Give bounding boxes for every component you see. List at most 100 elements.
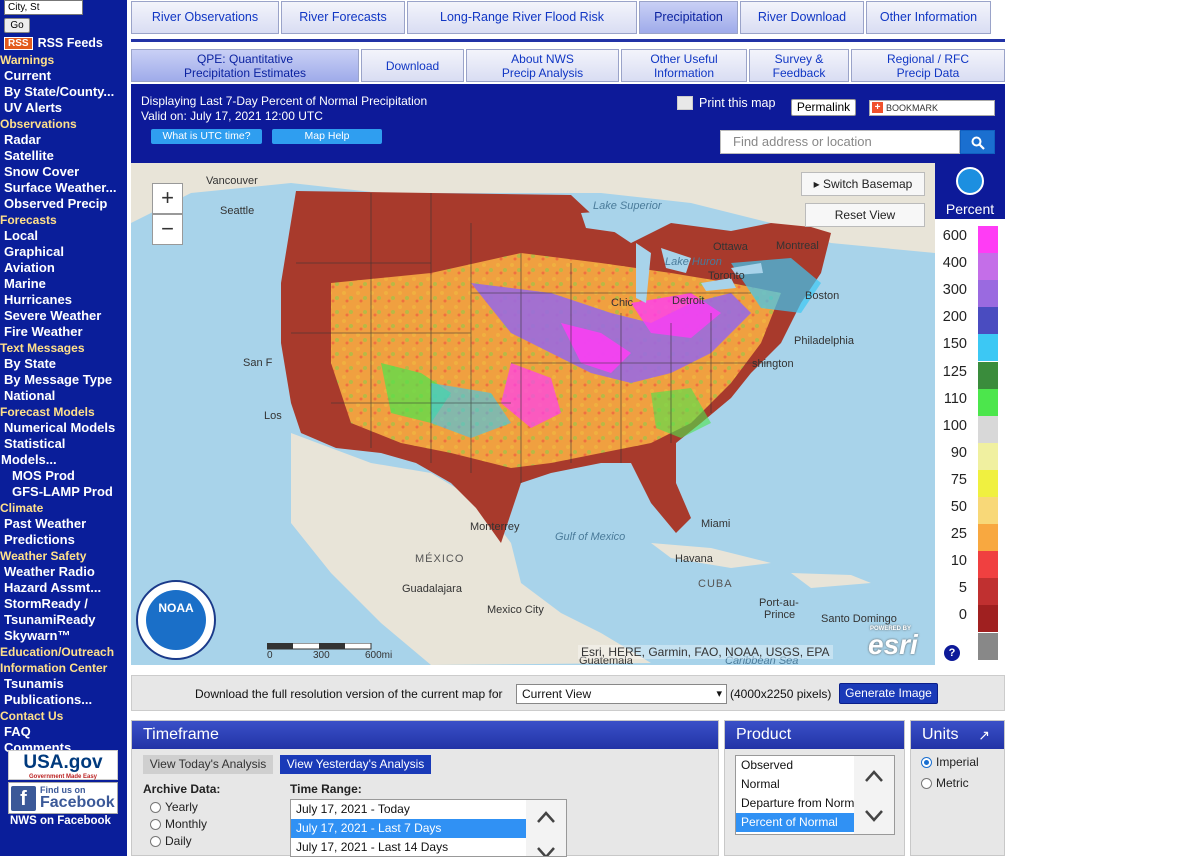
nav-item-graphical[interactable]: Graphical [0, 244, 127, 260]
legend-swatch [978, 253, 998, 281]
nav-item-past-weather[interactable]: Past Weather [0, 516, 127, 532]
tab-survey[interactable]: Survey & Feedback [749, 49, 849, 82]
product-list[interactable]: Observed Normal Departure from Norm Perc… [735, 755, 895, 835]
nav-item-fire-weather[interactable]: Fire Weather [0, 324, 127, 340]
tab-regional-rfc[interactable]: Regional / RFC Precip Data [851, 49, 1005, 82]
nav-item-by-message-type[interactable]: By Message Type [0, 372, 127, 388]
rss-feeds-link[interactable]: RSS RSS Feeds [4, 36, 103, 50]
view-today-button[interactable]: View Today's Analysis [143, 755, 273, 774]
radio-dot [921, 777, 932, 789]
find-location-input[interactable]: Find address or location [720, 130, 960, 154]
print-map-link[interactable]: Print this map [677, 96, 775, 110]
units-metric-radio[interactable]: Metric [921, 776, 969, 790]
utc-help-button[interactable]: What is UTC time? [151, 129, 262, 144]
nav-item-aviation[interactable]: Aviation [0, 260, 127, 276]
help-icon[interactable]: ? [944, 645, 960, 661]
tab-about-nws[interactable]: About NWS Precip Analysis [466, 49, 619, 82]
generate-image-button[interactable]: Generate Image [839, 683, 938, 704]
archive-data-label: Archive Data: [143, 782, 221, 796]
search-button[interactable] [960, 130, 995, 154]
usagov-logo[interactable]: USA.gov Government Made Easy [8, 750, 118, 780]
time-range-list[interactable]: July 17, 2021 - Today July 17, 2021 - La… [290, 799, 567, 857]
precipitation-map[interactable]: Vancouver Seattle Ottawa Montreal Toront… [131, 163, 935, 665]
product-scrollbar[interactable] [854, 756, 894, 834]
nav-item-publications[interactable]: Publications... [0, 692, 127, 708]
nav-item-gfs-lamp-prod[interactable]: GFS-LAMP Prod [0, 484, 127, 500]
nav-item-hurricanes[interactable]: Hurricanes [0, 292, 127, 308]
nav-item-by-state[interactable]: By State [0, 356, 127, 372]
tab-river-forecasts[interactable]: River Forecasts [281, 1, 405, 34]
archive-monthly-radio[interactable]: Monthly [150, 817, 207, 831]
nav-item-radar[interactable]: Radar [0, 132, 127, 148]
nav-item-surface-weather[interactable]: Surface Weather... [0, 180, 127, 196]
nav-item-marine[interactable]: Marine [0, 276, 127, 292]
nav-item-skywarn[interactable]: Skywarn™ [0, 628, 127, 644]
nav-list: Warnings Current By State/County... UV Aler… [0, 52, 127, 756]
tab-precipitation[interactable]: Precipitation [639, 1, 738, 34]
city-search-input[interactable]: City, St [4, 0, 83, 15]
map-label-port-au: Port-au- [759, 597, 799, 609]
view-yesterday-button[interactable]: View Yesterday's Analysis [280, 755, 431, 774]
nav-item-predictions[interactable]: Predictions [0, 532, 127, 548]
units-imperial-radio[interactable]: Imperial [921, 755, 979, 769]
archive-yearly-radio[interactable]: Yearly [150, 800, 198, 814]
zoom-in-button[interactable]: + [152, 183, 183, 214]
nws-on-facebook-link[interactable]: NWS on Facebook [10, 815, 111, 827]
time-range-option[interactable]: July 17, 2021 - Today [291, 800, 566, 819]
product-option-normal[interactable]: Normal [736, 775, 854, 794]
chevron-up-icon[interactable] [864, 769, 884, 783]
product-option-departure[interactable]: Departure from Norm [736, 794, 854, 813]
product-option-observed[interactable]: Observed [736, 756, 854, 775]
nav-item-weather-radio[interactable]: Weather Radio [0, 564, 127, 580]
nav-item-uv-alerts[interactable]: UV Alerts [0, 100, 127, 116]
nav-item-hazard-assmt[interactable]: Hazard Assmt... [0, 580, 127, 596]
chevron-down-icon[interactable] [864, 809, 884, 823]
tab-other-information[interactable]: Other Information [866, 1, 991, 34]
nav-item-tsunamis[interactable]: Tsunamis [0, 676, 127, 692]
map-label-guadalajara: Guadalajara [402, 583, 462, 595]
go-button[interactable]: Go [4, 18, 30, 33]
permalink-button[interactable]: Permalink [791, 99, 856, 116]
time-range-scrollbar[interactable] [526, 800, 566, 856]
nav-item-observed-precip[interactable]: Observed Precip [0, 196, 127, 212]
tab-river-observations[interactable]: River Observations [131, 1, 279, 34]
expand-icon[interactable]: ↗ [978, 721, 990, 749]
nav-item-tsunamiready[interactable]: TsunamiReady [0, 612, 127, 628]
nav-item-faq[interactable]: FAQ [0, 724, 127, 740]
nav-item-models[interactable]: Models... [0, 452, 127, 468]
tab-long-range-flood-risk[interactable]: Long-Range River Flood Risk [407, 1, 637, 34]
chevron-down-icon[interactable] [536, 846, 556, 857]
nav-item-national[interactable]: National [0, 388, 127, 404]
tab-qpe[interactable]: QPE: Quantitative Precipitation Estimates [131, 49, 359, 82]
product-option-percent[interactable]: Percent of Normal [736, 813, 854, 832]
nav-item-current[interactable]: Current [0, 68, 127, 84]
download-extent-select[interactable]: Current View [516, 684, 727, 704]
time-range-option-selected[interactable]: July 17, 2021 - Last 7 Days [291, 819, 526, 838]
bookmark-button[interactable]: BOOKMARK [869, 100, 995, 116]
archive-daily-radio[interactable]: Daily [150, 834, 192, 848]
time-range-option[interactable]: July 17, 2021 - Last 14 Days [291, 838, 566, 856]
reset-view-button[interactable]: Reset View [805, 203, 925, 227]
scale-label-600: 600mi [365, 650, 393, 661]
rss-icon: RSS [4, 36, 33, 50]
tab-river-download[interactable]: River Download [740, 1, 864, 34]
tab-other-useful[interactable]: Other Useful Information [621, 49, 747, 82]
nav-item-stormready[interactable]: StormReady / [0, 596, 127, 612]
nav-item-statistical[interactable]: Statistical [0, 436, 127, 452]
nav-item-snow-cover[interactable]: Snow Cover [0, 164, 127, 180]
nav-item-severe-weather[interactable]: Severe Weather [0, 308, 127, 324]
map-help-button[interactable]: Map Help [272, 129, 382, 144]
nav-item-satellite[interactable]: Satellite [0, 148, 127, 164]
chevron-up-icon[interactable] [536, 810, 556, 824]
nav-item-local[interactable]: Local [0, 228, 127, 244]
switch-basemap-button[interactable]: ▸ Switch Basemap [801, 172, 925, 196]
nav-item-numerical-models[interactable]: Numerical Models [0, 420, 127, 436]
tab-download[interactable]: Download [361, 49, 464, 82]
nav-heading-forecast-models: Forecast Models [0, 405, 95, 419]
facebook-badge[interactable]: f Find us on Facebook [8, 782, 118, 814]
primary-tabs: River Observations River Forecasts Long-… [131, 1, 991, 34]
nav-item-mos-prod[interactable]: MOS Prod [0, 468, 127, 484]
nav-heading-education: Education/Outreach [0, 645, 115, 659]
zoom-out-button[interactable]: − [152, 214, 183, 245]
nav-item-by-state-county[interactable]: By State/County... [0, 84, 127, 100]
